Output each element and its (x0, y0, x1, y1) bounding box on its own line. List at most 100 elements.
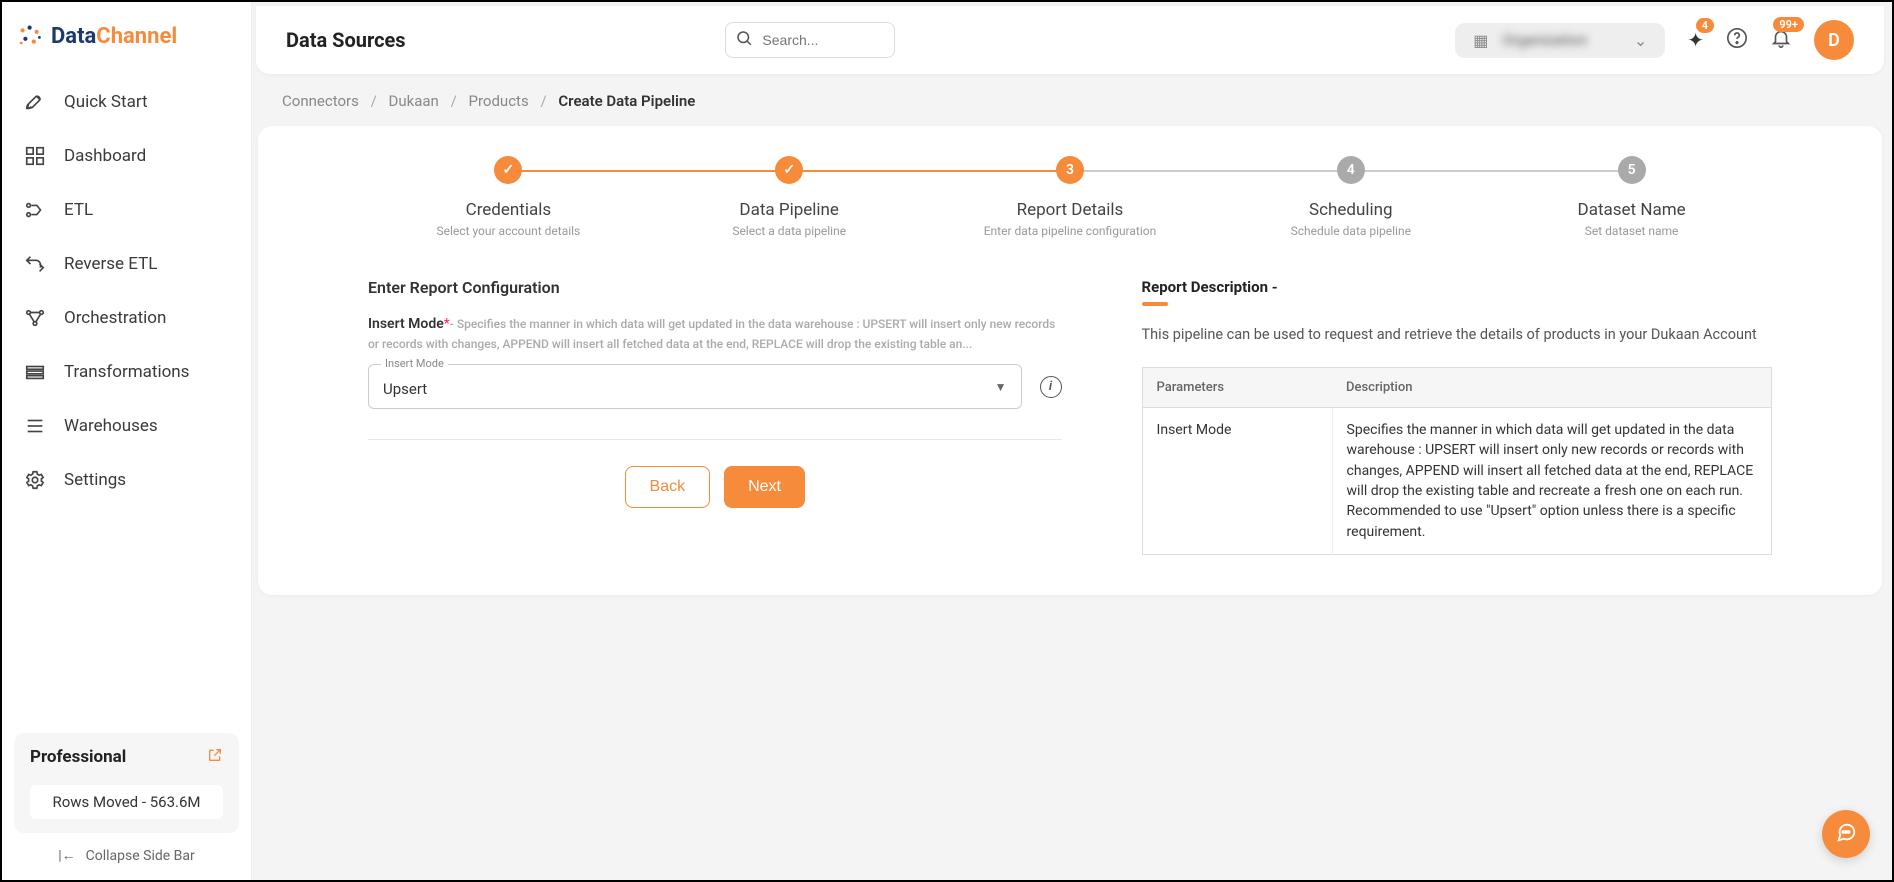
field-label: Insert Mode*- Specifies the manner in wh… (368, 315, 1062, 354)
description-heading: Report Description - (1142, 278, 1772, 296)
sidebar-item-dashboard[interactable]: Dashboard (12, 129, 241, 183)
breadcrumb-sep: / (540, 92, 546, 110)
breadcrumb-sep: / (371, 92, 377, 110)
avatar[interactable]: D (1814, 20, 1854, 60)
bell-badge: 99+ (1773, 17, 1804, 32)
step-scheduling[interactable]: 4 Scheduling Schedule data pipeline (1210, 156, 1491, 238)
sidebar-item-warehouses[interactable]: Warehouses (12, 399, 241, 453)
sidebar: DataChannel Quick Start Dashboard ETL Re… (2, 2, 252, 880)
check-icon: ✓ (775, 156, 803, 184)
org-selector[interactable]: ▦ Organization ⌄ (1455, 23, 1665, 58)
reverse-etl-icon (24, 253, 46, 275)
whats-new[interactable]: ✦ 4 (1687, 28, 1704, 52)
search-wrap (725, 22, 895, 58)
select-float-label: Insert Mode (381, 357, 448, 370)
org-icon: ▦ (1473, 31, 1488, 50)
main: Data Sources ▦ Organization ⌄ ✦ 4 (252, 2, 1892, 880)
sidebar-item-label: Transformations (64, 362, 189, 382)
plan-card: Professional Rows Moved - 563.6M (14, 733, 239, 833)
search-icon (735, 29, 753, 51)
logo[interactable]: DataChannel (2, 2, 251, 75)
breadcrumb-item[interactable]: Dukaan (389, 92, 439, 110)
step-sub: Select your account details (368, 224, 649, 238)
transformations-icon (24, 361, 46, 383)
sidebar-item-settings[interactable]: Settings (12, 453, 241, 507)
table-row: Insert Mode Specifies the manner in whic… (1142, 408, 1771, 555)
warehouses-icon (24, 415, 46, 437)
sidebar-item-label: Settings (64, 470, 126, 490)
divider (368, 439, 1062, 440)
sidebar-item-orchestration[interactable]: Orchestration (12, 291, 241, 345)
select-value: Upsert (383, 380, 427, 398)
avatar-initial: D (1828, 30, 1840, 51)
step-title: Report Details (930, 200, 1211, 220)
field-desc-ellipsis: ... (962, 337, 972, 351)
form-left: Enter Report Configuration Insert Mode*-… (368, 278, 1062, 555)
table-header-parameters: Parameters (1142, 368, 1332, 408)
sidebar-item-label: Orchestration (64, 308, 166, 328)
plan-name: Professional (30, 747, 126, 767)
insert-mode-select[interactable]: Insert Mode Upsert ▼ (368, 364, 1022, 409)
collapse-icon: |← (58, 847, 75, 864)
sidebar-item-label: Reverse ETL (64, 254, 157, 274)
logo-text-2: Channel (96, 24, 177, 49)
field-name: Insert Mode (368, 316, 444, 332)
orchestration-icon (24, 307, 46, 329)
back-button[interactable]: Back (625, 466, 711, 508)
external-link-icon[interactable] (207, 747, 223, 767)
step-title: Credentials (368, 200, 649, 220)
field-desc-prefix: - (450, 317, 457, 331)
org-name: Organization (1502, 31, 1619, 49)
breadcrumb: Connectors / Dukaan / Products / Create … (252, 74, 1892, 120)
dashboard-icon (24, 145, 46, 167)
step-number: 3 (1056, 156, 1084, 184)
breadcrumb-item[interactable]: Products (469, 92, 529, 110)
step-sub: Select a data pipeline (649, 224, 930, 238)
param-desc: Specifies the manner in which data will … (1332, 408, 1771, 555)
description-text: This pipeline can be used to request and… (1142, 324, 1772, 345)
step-data-pipeline[interactable]: ✓ Data Pipeline Select a data pipeline (649, 156, 930, 238)
sidebar-item-transformations[interactable]: Transformations (12, 345, 241, 399)
form-right: Report Description - This pipeline can b… (1142, 278, 1772, 555)
sparkle-badge: 4 (1696, 18, 1714, 33)
sidebar-item-quickstart[interactable]: Quick Start (12, 75, 241, 129)
chevron-down-icon: ⌄ (1634, 31, 1647, 50)
sidebar-item-reverse-etl[interactable]: Reverse ETL (12, 237, 241, 291)
sidebar-item-label: Dashboard (64, 146, 146, 166)
sidebar-item-label: Quick Start (64, 92, 148, 112)
sidebar-nav: Quick Start Dashboard ETL Reverse ETL Or… (2, 75, 251, 721)
step-sub: Enter data pipeline configuration (930, 224, 1211, 238)
logo-icon (17, 22, 45, 50)
table-header-description: Description (1332, 368, 1771, 408)
breadcrumb-sep: / (451, 92, 457, 110)
plan-rows-moved: Rows Moved - 563.6M (30, 785, 223, 819)
step-report-details[interactable]: 3 Report Details Enter data pipeline con… (930, 156, 1211, 238)
gear-icon (24, 469, 46, 491)
step-line (789, 170, 1070, 172)
collapse-sidebar[interactable]: |← Collapse Side Bar (14, 833, 239, 868)
logo-text-1: Data (51, 24, 96, 49)
check-icon: ✓ (494, 156, 522, 184)
field-desc: Specifies the manner in which data will … (368, 317, 1055, 351)
breadcrumb-item[interactable]: Connectors (282, 92, 359, 110)
param-name: Insert Mode (1142, 408, 1332, 555)
parameters-table: Parameters Description Insert Mode Speci… (1142, 367, 1772, 555)
sidebar-item-label: Warehouses (64, 416, 158, 436)
sidebar-item-etl[interactable]: ETL (12, 183, 241, 237)
step-credentials[interactable]: ✓ Credentials Select your account detail… (368, 156, 649, 238)
stepper: ✓ Credentials Select your account detail… (368, 156, 1772, 238)
step-dataset-name[interactable]: 5 Dataset Name Set dataset name (1491, 156, 1772, 238)
collapse-label: Collapse Side Bar (86, 848, 195, 864)
rocket-icon (24, 91, 46, 113)
next-button[interactable]: Next (724, 466, 805, 508)
chat-fab[interactable] (1822, 810, 1870, 858)
sidebar-item-label: ETL (64, 200, 93, 220)
bell-icon[interactable]: 99+ (1770, 27, 1792, 54)
step-sub: Set dataset name (1491, 224, 1772, 238)
info-icon[interactable]: i (1040, 376, 1062, 398)
topbar: Data Sources ▦ Organization ⌄ ✦ 4 (256, 6, 1884, 74)
help-icon[interactable] (1726, 27, 1748, 54)
etl-icon (24, 199, 46, 221)
step-title: Dataset Name (1491, 200, 1772, 220)
step-number: 4 (1337, 156, 1365, 184)
